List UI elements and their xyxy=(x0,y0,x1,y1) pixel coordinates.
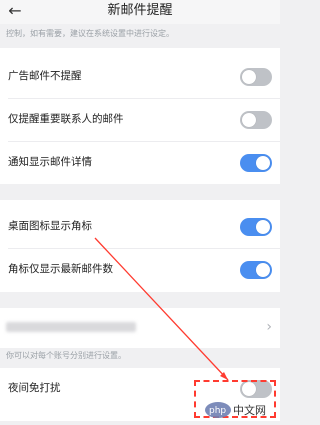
row-label: 广告邮件不提醒 xyxy=(8,70,82,82)
row-latest-count[interactable]: 角标仅显示最新邮件数 xyxy=(0,249,280,291)
toggle-show-details[interactable] xyxy=(240,154,272,172)
account-hint: 你可以对每个账号分别进行设置。 xyxy=(6,351,126,360)
toggle-desktop-badge[interactable] xyxy=(240,218,272,236)
nav-bar: ← 新邮件提醒 xyxy=(0,0,280,24)
toggle-ad-mail[interactable] xyxy=(240,68,272,86)
php-logo-icon: php 中文网 xyxy=(205,402,266,418)
account-group: › xyxy=(0,308,280,348)
toggle-important-contacts[interactable] xyxy=(240,111,272,129)
row-ad-mail[interactable]: 广告邮件不提醒 xyxy=(0,56,280,98)
toggle-knob xyxy=(242,70,256,84)
account-row[interactable]: › xyxy=(0,308,280,348)
badge-group: 桌面图标显示角标 角标仅显示最新邮件数 xyxy=(0,200,280,292)
svg-text:中文网: 中文网 xyxy=(233,403,266,417)
toggle-knob xyxy=(256,263,270,277)
row-label: 通知显示邮件详情 xyxy=(8,156,92,168)
row-label: 角标仅显示最新邮件数 xyxy=(8,263,113,275)
chevron-right-icon: › xyxy=(266,319,272,335)
row-label: 桌面图标显示角标 xyxy=(8,220,92,232)
row-show-details[interactable]: 通知显示邮件详情 xyxy=(0,142,280,184)
reminder-group: 广告邮件不提醒 仅提醒重要联系人的邮件 通知显示邮件详情 xyxy=(0,48,280,184)
toggle-knob xyxy=(256,156,270,170)
watermark-logo: php 中文网 xyxy=(204,398,280,421)
row-desktop-badge[interactable]: 桌面图标显示角标 xyxy=(0,206,280,248)
account-address-blurred xyxy=(6,322,136,332)
svg-text:php: php xyxy=(209,406,226,416)
toggle-knob xyxy=(256,220,270,234)
row-label: 夜间免打扰 xyxy=(8,382,61,394)
toggle-latest-count[interactable] xyxy=(240,261,272,279)
row-label: 仅提醒重要联系人的邮件 xyxy=(8,113,124,125)
settings-description: 控制，如有需要，建议在系统设置中进行设定。 xyxy=(6,29,174,38)
toggle-knob xyxy=(242,113,256,127)
page-title: 新邮件提醒 xyxy=(107,3,173,18)
row-important-contacts[interactable]: 仅提醒重要联系人的邮件 xyxy=(0,99,280,141)
